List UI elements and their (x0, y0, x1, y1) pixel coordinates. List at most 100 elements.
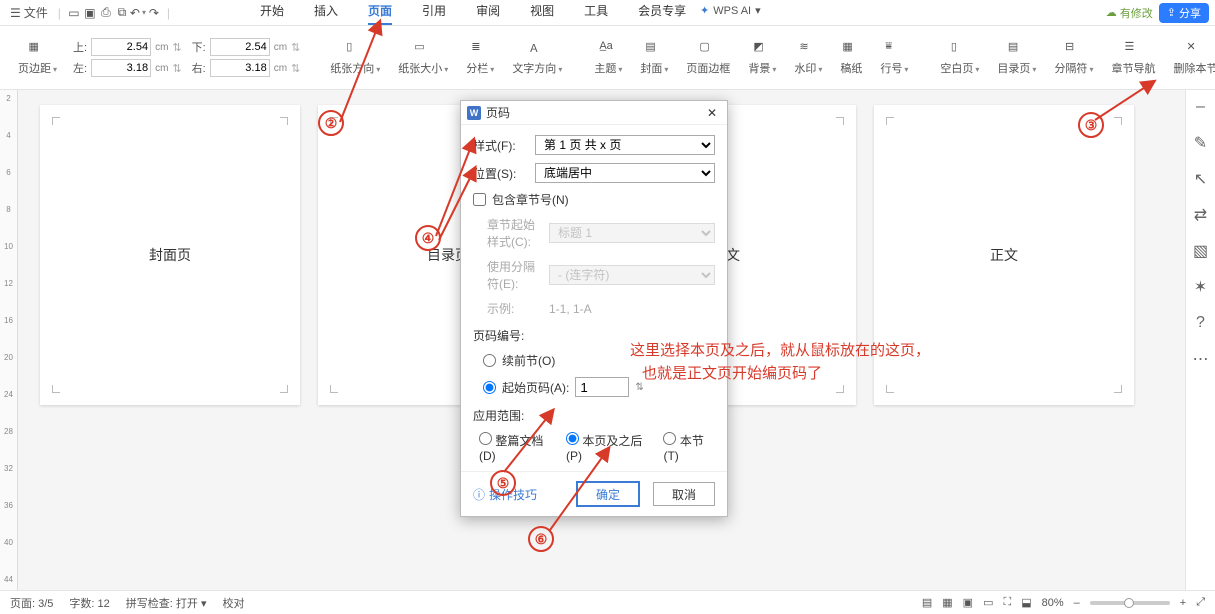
example-label: 示例: (487, 300, 543, 317)
start-at-input[interactable] (575, 377, 629, 397)
view-icon-3[interactable]: ▣ (963, 596, 973, 609)
cover-button[interactable]: ▤封面 (638, 40, 670, 76)
spinner-icon[interactable]: ⇅ (635, 382, 643, 393)
dialog-titlebar[interactable]: W 页码 ✕ (461, 101, 727, 125)
whole-doc-radio[interactable] (479, 432, 492, 445)
theme-button[interactable]: A̲a主题 (592, 40, 624, 76)
rail-minus-icon[interactable]: – (1192, 98, 1210, 116)
tab-member[interactable]: 会员专享 (638, 2, 686, 25)
position-select[interactable]: 底端居中 (535, 163, 715, 183)
redo-icon[interactable]: ↷ (147, 6, 161, 20)
margin-inputs: 上:cm⇅ 下:cm⇅ 左:cm⇅ 右:cm⇅ (73, 38, 300, 77)
page-border-button[interactable]: ▢页面边框 (684, 40, 732, 76)
separator-select: - (连字符) (549, 265, 715, 285)
page-cover[interactable]: 封面页 (40, 105, 300, 405)
rail-flow-icon[interactable]: ⇄ (1192, 206, 1210, 224)
share-button[interactable]: ⇪ 分享 (1159, 3, 1209, 23)
view-icon-2[interactable]: ▦ (942, 596, 952, 609)
dialog-title: 页码 (486, 104, 510, 121)
this-section-radio[interactable] (663, 432, 676, 445)
status-words[interactable]: 字数: 12 (69, 595, 109, 611)
page-body2[interactable]: 正文 (874, 105, 1134, 405)
view-icon-5[interactable]: ⛶ (1003, 596, 1011, 609)
undo-icon[interactable]: ↶ (131, 6, 145, 20)
delete-section-button[interactable]: ✕删除本节 (1171, 40, 1215, 76)
start-at-radio[interactable] (483, 381, 496, 394)
separator-button[interactable]: ⊟分隔符 (1052, 40, 1095, 76)
continue-radio[interactable] (483, 354, 496, 367)
app-menu-button[interactable]: ☰ 文件 (6, 2, 52, 23)
zoom-fit[interactable]: ⤢ (1196, 596, 1205, 609)
watermark-button[interactable]: ≋水印 (792, 40, 824, 76)
toc-page-button[interactable]: ▤目录页 (995, 40, 1038, 76)
line-number-button[interactable]: ⩸行号 (878, 40, 910, 76)
chapter-style-label: 章节起始样式(C): (487, 216, 543, 250)
new-icon[interactable]: ▭ (67, 6, 81, 20)
tips-link[interactable]: ⓘ 操作技巧 (473, 486, 537, 503)
tab-review[interactable]: 审阅 (476, 2, 500, 25)
margin-button[interactable]: ▦页边距 (16, 40, 59, 76)
status-proof[interactable]: 校对 (222, 595, 244, 611)
modified-indicator: ☁ 有修改 (1106, 5, 1153, 21)
position-label: 位置(S): (473, 165, 529, 182)
chapter-nav-button[interactable]: ☰章节导航 (1109, 40, 1157, 76)
grid-paper-button[interactable]: ▦稿纸 (838, 40, 864, 76)
ok-button[interactable]: 确定 (577, 482, 639, 506)
separator-label: 使用分隔符(E): (487, 258, 543, 292)
zoom-slider[interactable] (1090, 601, 1170, 605)
rail-layers-icon[interactable]: ▧ (1192, 242, 1210, 260)
example-value: 1-1, 1-A (549, 302, 592, 316)
style-label: 样式(F): (473, 137, 529, 154)
tab-insert[interactable]: 插入 (314, 2, 338, 25)
after-page-radio[interactable] (566, 432, 579, 445)
preview-icon[interactable]: ⧉ (115, 6, 129, 20)
tab-tool[interactable]: 工具 (584, 2, 608, 25)
style-select[interactable]: 第 1 页 共 x 页 (535, 135, 715, 155)
view-icon-1[interactable]: ▤ (922, 596, 932, 609)
zoom-value[interactable]: 80% (1042, 597, 1064, 609)
text-direction-button[interactable]: Ａ文字方向 (510, 40, 564, 76)
background-button[interactable]: ◩背景 (746, 40, 778, 76)
range-title: 应用范围: (473, 407, 715, 424)
paper-size-button[interactable]: ▭纸张大小 (396, 40, 450, 76)
include-chapter-label: 包含章节号(N) (492, 191, 569, 208)
paper-orientation-button[interactable]: ▯纸张方向 (328, 40, 382, 76)
view-icon-6[interactable]: ⬓ (1021, 596, 1031, 609)
print-icon[interactable]: ⎙ (99, 6, 113, 20)
wps-logo-icon: W (467, 106, 481, 120)
cancel-button[interactable]: 取消 (653, 482, 715, 506)
wps-ai-button[interactable]: ✦ WPS AI ▾ (700, 4, 761, 17)
tab-page[interactable]: 页面 (368, 2, 392, 25)
zoom-out[interactable]: – (1074, 597, 1080, 609)
chapter-style-select: 标题 1 (549, 223, 715, 243)
menu-tabs: 开始 插入 页面 引用 审阅 视图 工具 会员专享 (260, 2, 686, 25)
include-chapter-checkbox[interactable] (473, 193, 486, 206)
start-at-label: 起始页码(A): (502, 379, 569, 396)
dialog-close-button[interactable]: ✕ (703, 106, 721, 120)
status-bar: 页面: 3/5 字数: 12 拼写检查: 打开 ▾ 校对 ▤ ▦ ▣ ▭ ⛶ ⬓… (0, 590, 1215, 614)
tab-ref[interactable]: 引用 (422, 2, 446, 25)
margin-right-input[interactable] (210, 59, 270, 77)
ribbon: ▦页边距 上:cm⇅ 下:cm⇅ 左:cm⇅ 右:cm⇅ ▯纸张方向 ▭纸张大小… (0, 26, 1215, 90)
blank-page-button[interactable]: ▯空白页 (938, 40, 981, 76)
view-icon-4[interactable]: ▭ (983, 596, 993, 609)
info-icon: ⓘ (473, 486, 485, 503)
tab-start[interactable]: 开始 (260, 2, 284, 25)
margin-bottom-input[interactable] (210, 38, 270, 56)
rail-tools-icon[interactable]: ✶ (1192, 278, 1210, 296)
margin-top-input[interactable] (91, 38, 151, 56)
rail-more-icon[interactable]: ⋯ (1192, 350, 1210, 368)
vertical-ruler: 246810121620242832364044 (0, 90, 18, 590)
numbering-title: 页码编号: (473, 327, 715, 344)
page-number-dialog: W 页码 ✕ 样式(F): 第 1 页 共 x 页 位置(S): 底端居中 包含… (460, 100, 728, 517)
open-icon[interactable]: ▣ (83, 6, 97, 20)
rail-cursor-icon[interactable]: ↖ (1192, 170, 1210, 188)
zoom-in[interactable]: + (1180, 597, 1186, 609)
margin-left-input[interactable] (91, 59, 151, 77)
rail-help-icon[interactable]: ? (1192, 314, 1210, 332)
tab-view[interactable]: 视图 (530, 2, 554, 25)
rail-pencil-icon[interactable]: ✎ (1192, 134, 1210, 152)
columns-button[interactable]: ≣分栏 (464, 40, 496, 76)
status-spellcheck[interactable]: 拼写检查: 打开 ▾ (126, 595, 207, 611)
status-page[interactable]: 页面: 3/5 (10, 595, 53, 611)
